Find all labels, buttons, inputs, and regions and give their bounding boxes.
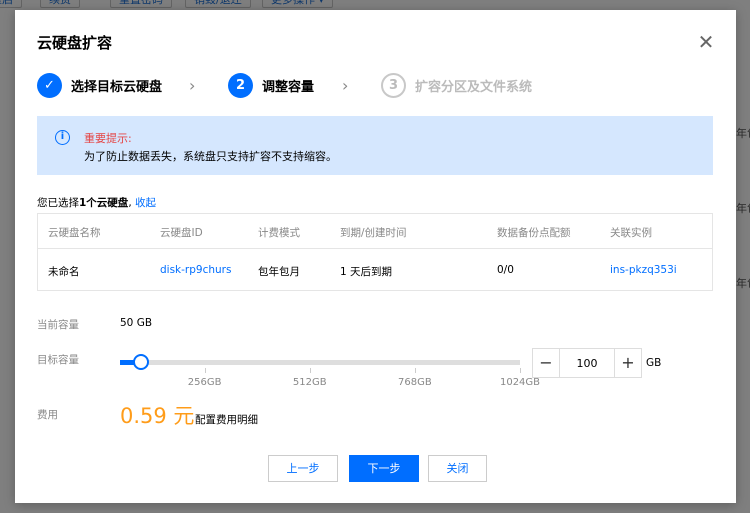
fee-label: 费用 (37, 409, 58, 421)
cell-disk-id[interactable]: disk-rp9churs (160, 264, 231, 276)
current-capacity-label: 当前容量 (37, 319, 79, 331)
capacity-input[interactable] (560, 348, 614, 378)
step-label: 选择目标云硬盘 (71, 79, 163, 95)
dialog-title: 云硬盘扩容 (37, 34, 113, 52)
chevron-right-icon: › (342, 76, 349, 95)
selection-prefix: 您已选择 (37, 197, 79, 209)
close-icon[interactable]: ✕ (696, 32, 716, 52)
tick-label: 768GB (398, 377, 432, 388)
capacity-unit: GB (646, 357, 662, 369)
tick-mark (309, 368, 311, 373)
step-number: 3 (381, 72, 406, 98)
increase-button[interactable]: + (614, 348, 642, 378)
step-adjust-capacity: 2 调整容量 (228, 72, 314, 98)
prev-step-button[interactable]: 上一步 (268, 455, 338, 482)
cell-backup-quota: 0/0 (497, 264, 514, 276)
slider-track[interactable] (120, 360, 520, 365)
next-step-button[interactable]: 下一步 (349, 455, 419, 482)
fee-value: 0.59 元 (120, 404, 195, 428)
disk-table: 云硬盘名称 云硬盘ID 计费模式 到期/创建时间 数据备份点配额 关联实例 未命… (37, 213, 713, 291)
decrease-button[interactable]: − (532, 348, 560, 378)
cell-instance[interactable]: ins-pkzq353i (610, 264, 677, 276)
expand-disk-dialog: 云硬盘扩容 ✕ ✓ 选择目标云硬盘 › 2 调整容量 › 3 扩容分区及文件系统… (15, 10, 736, 503)
selection-count: 1个云硬盘 (79, 197, 129, 209)
notice-title: 重要提示: (84, 132, 132, 145)
target-capacity-label: 目标容量 (37, 354, 79, 366)
current-capacity-value: 50 GB (120, 317, 153, 329)
selection-suffix: , (128, 197, 135, 209)
column-header: 数据备份点配额 (497, 227, 571, 239)
step-label: 调整容量 (262, 79, 315, 95)
notice-body: 为了防止数据丢失，系统盘只支持扩容不支持缩容。 (84, 150, 337, 163)
close-button[interactable]: 关闭 (428, 455, 487, 482)
cell-billing-mode: 包年包月 (258, 266, 300, 278)
tick-mark (414, 368, 416, 373)
chevron-right-icon: › (189, 76, 196, 95)
tick-mark (520, 368, 521, 373)
step-label: 扩容分区及文件系统 (415, 79, 533, 95)
column-header: 关联实例 (610, 227, 652, 239)
collapse-link[interactable]: 收起 (135, 197, 156, 209)
step-expand-partition: 3 扩容分区及文件系统 (381, 72, 532, 98)
wizard-steps: ✓ 选择目标云硬盘 › 2 调整容量 › 3 扩容分区及文件系统 (37, 72, 717, 98)
step-number: 2 (228, 72, 253, 98)
tick-label: 512GB (292, 377, 327, 388)
check-icon: ✓ (37, 72, 62, 98)
column-header: 云硬盘名称 (48, 227, 101, 239)
selection-summary: 您已选择1个云硬盘, 收起 (37, 195, 156, 210)
column-header: 到期/创建时间 (340, 227, 407, 239)
tick-mark (204, 368, 206, 373)
column-header: 云硬盘ID (160, 227, 203, 239)
cell-disk-name: 未命名 (48, 266, 80, 278)
tick-label: 1024GB (499, 377, 541, 388)
cell-expiry: 1 天后到期 (340, 266, 393, 278)
capacity-stepper: − + (532, 348, 642, 378)
table-header: 云硬盘名称 云硬盘ID 计费模式 到期/创建时间 数据备份点配额 关联实例 (38, 214, 712, 249)
step-select-disk: ✓ 选择目标云硬盘 (37, 72, 162, 98)
capacity-slider[interactable] (120, 354, 520, 370)
fee-detail-link[interactable]: 配置费用明细 (195, 412, 258, 427)
slider-ticks: 256GB 512GB 768GB 1024GB (120, 368, 540, 388)
info-icon: i (55, 130, 70, 145)
column-header: 计费模式 (258, 227, 300, 239)
tick-label: 256GB (187, 377, 222, 388)
important-notice: i 重要提示: 为了防止数据丢失，系统盘只支持扩容不支持缩容。 (37, 116, 713, 175)
